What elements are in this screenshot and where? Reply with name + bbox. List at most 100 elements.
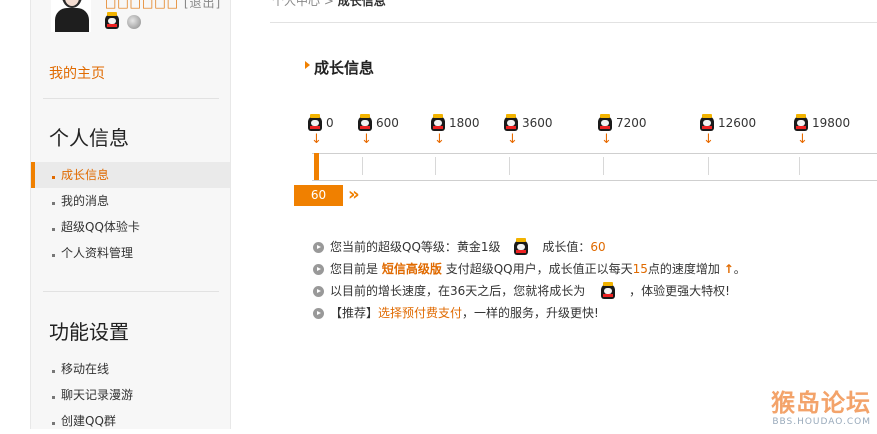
daily-rate: 15 [632,262,648,276]
nickname-text: □□□□□□ [105,0,180,10]
info-text: 【推荐】 [330,306,379,320]
bullet-icon [52,422,55,425]
info-text: 点的速度增加 [647,262,720,276]
info-line-level: 您当前的超级QQ等级：黄金1级 成长值：60 [313,238,746,261]
down-arrow-icon: ↓ [797,132,808,147]
down-arrow-icon: ↓ [601,132,612,147]
track-tick [435,157,436,175]
badge-row [105,12,141,29]
milestone-value: 600 [376,116,399,130]
milestone-3: 3600 ↓ [504,114,553,150]
info-text: 您当前的超级QQ等级：黄金1级 [330,240,501,254]
globe-icon[interactable] [126,14,141,29]
level-icon [601,282,616,299]
milestone-4: 7200 ↓ [598,114,647,150]
nav-item-mobile-online[interactable]: 移动在线 [31,356,230,382]
level-icon [308,114,322,131]
up-arrow-icon: ↑ [723,262,734,276]
divider [43,98,219,99]
milestone-5: 12600 ↓ [700,114,756,150]
down-arrow-icon: ↓ [703,132,714,147]
bullet-icon [52,202,55,205]
milestone-value: 12600 [718,116,757,130]
milestone-value: 1800 [449,116,480,130]
nav-item-label: 我的消息 [61,194,110,208]
bullet-icon [52,228,55,231]
personal-nav: 成长信息 我的消息 超级QQ体验卡 个人资料管理 [31,162,230,266]
user-nickname: □□□□□□ [退出] [105,0,221,11]
down-arrow-icon: ↓ [507,132,518,147]
play-bullet-icon [313,264,324,275]
milestone-1: 600 ↓ [358,114,399,150]
title-arrow-icon [305,61,310,69]
nav-item-chat-roaming[interactable]: 聊天记录漫游 [31,382,230,408]
milestone-0: 0 ↓ [308,114,334,150]
growth-info: 您当前的超级QQ等级：黄金1级 成长值：60 您目前是 短信高级版 支付超级QQ… [313,238,746,327]
nav-item-growth[interactable]: 成长信息 [31,162,230,188]
nav-item-trial-card[interactable]: 超级QQ体验卡 [31,214,230,240]
down-arrow-icon: ↓ [361,132,372,147]
level-icon [504,114,518,131]
sms-premium-link[interactable]: 短信高级版 [382,262,442,276]
play-bullet-icon [313,308,324,319]
bullet-icon [52,370,55,373]
watermark-url: BBS.HOUDAO.COM [772,417,871,427]
down-arrow-icon: ↓ [434,132,445,147]
section-title-settings: 功能设置 [49,320,129,344]
level-icon [514,238,529,255]
divider [43,291,219,292]
super-qq-icon[interactable] [105,12,119,29]
breadcrumb-current: 成长信息 [337,0,386,8]
nav-item-label: 聊天记录漫游 [61,388,134,402]
logout-link[interactable]: [退出] [184,0,221,10]
nav-item-label: 个人资料管理 [61,246,134,260]
growth-progress-fill [314,153,319,180]
watermark-logo: 猴岛论坛 [771,389,871,417]
info-line-rate: 您目前是 短信高级版 支付超级QQ用户，成长值正以每天15点的速度增加 ↑。 [313,261,746,283]
track-tick [708,157,709,175]
down-arrow-icon: ↓ [311,132,322,147]
nav-item-label: 移动在线 [61,362,110,376]
nav-item-messages[interactable]: 我的消息 [31,188,230,214]
growth-progress-track [312,153,877,181]
info-text: 您目前是 [330,262,379,276]
bullet-icon [52,396,55,399]
nav-item-create-group[interactable]: 创建QQ群 [31,408,230,434]
info-text: 成长值： [542,240,591,254]
level-icon [598,114,612,131]
double-chevron-right-icon: » [348,184,360,205]
section-title-personal: 个人信息 [49,126,129,150]
settings-nav: 移动在线 聊天记录漫游 创建QQ群 [31,356,230,434]
breadcrumb-home[interactable]: 个人中心 > [272,0,334,8]
prepaid-payment-link[interactable]: 选择预付费支付 [378,306,462,320]
track-tick [362,157,363,175]
play-bullet-icon [313,286,324,297]
bullet-icon [52,176,55,179]
milestone-value: 19800 [812,116,851,130]
track-tick [603,157,604,175]
info-line-forecast: 以目前的增长速度，在36天之后，您就将成长为 ，体验更强大特权! [313,282,746,305]
sidebar: □□□□□□ [退出] 我的主页 个人信息 成长信息 我的消息 超级QQ体验卡 … [30,0,231,429]
home-link[interactable]: 我的主页 [49,63,105,83]
avatar[interactable] [51,0,91,32]
current-growth-value: 60 [294,185,343,206]
milestone-value: 7200 [616,116,647,130]
breadcrumb: 个人中心 > 成长信息 [272,0,386,9]
growth-value: 60 [590,240,606,254]
info-text: 以目前的增长速度，在36天之后，您就将成长为 [330,284,586,298]
bullet-icon [52,254,55,257]
info-text: ，体验更强大特权! [629,284,730,298]
level-icon [358,114,372,131]
play-bullet-icon [313,242,324,253]
track-tick [509,157,510,175]
info-text: ，一样的服务，升级更快! [462,306,599,320]
nav-item-label: 创建QQ群 [61,414,116,428]
info-line-recommend: 【推荐】选择预付费支付，一样的服务，升级更快! [313,305,746,327]
page-title: 成长信息 [314,59,375,77]
milestone-6: 19800 ↓ [794,114,850,150]
milestone-value: 3600 [522,116,553,130]
watermark: 猴岛论坛 BBS.HOUDAO.COM [771,389,871,427]
nav-item-profile[interactable]: 个人资料管理 [31,240,230,266]
milestone-2: 1800 ↓ [431,114,480,150]
nav-item-label: 成长信息 [61,168,110,182]
